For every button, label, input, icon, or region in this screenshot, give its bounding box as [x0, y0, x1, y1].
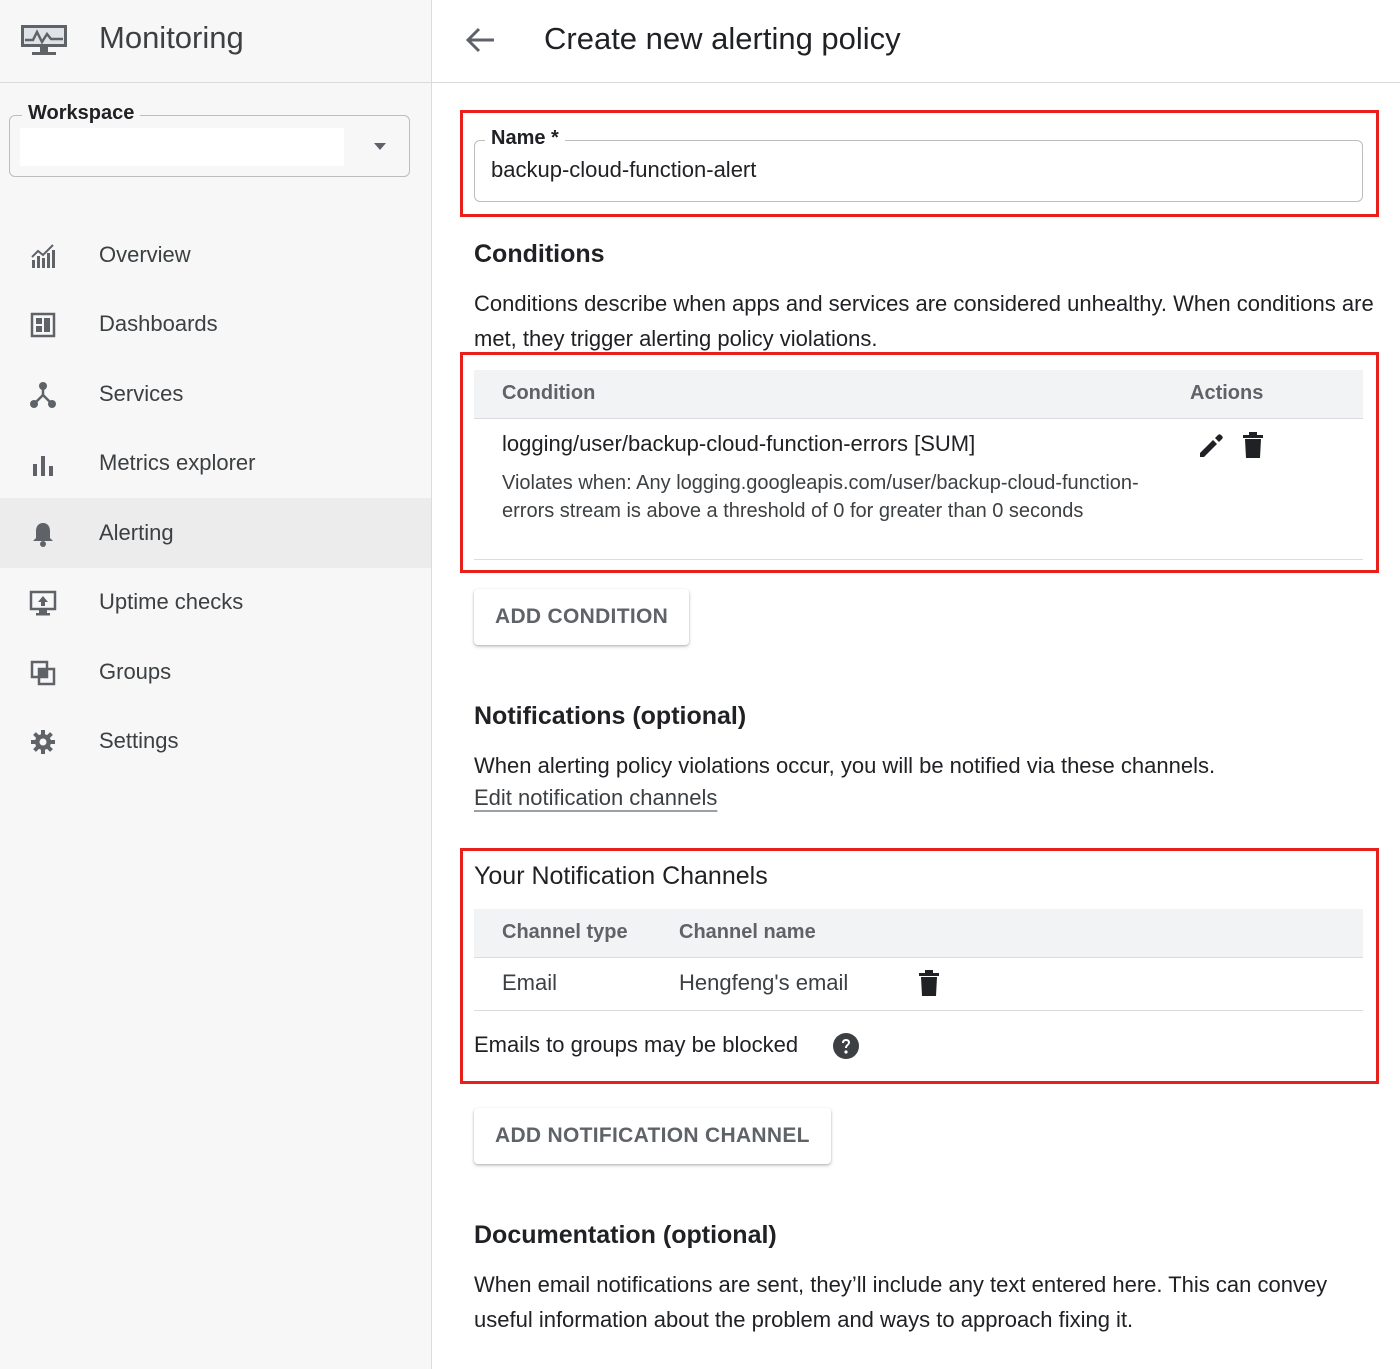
sidebar-item-dashboards[interactable]: Dashboards — [0, 289, 431, 359]
edit-notification-channels-link[interactable]: Edit notification channels — [474, 785, 717, 811]
main-content: Create new alerting policy Name * Condit… — [432, 0, 1400, 1369]
arrow-back-icon[interactable] — [462, 22, 498, 58]
column-header-channel-name: Channel name — [679, 921, 816, 943]
workspace-label: Workspace — [22, 102, 141, 125]
sidebar-item-label: Metrics explorer — [99, 450, 256, 475]
notifications-description: When alerting policy violations occur, y… — [474, 753, 1216, 778]
sidebar-item-label: Services — [99, 381, 184, 406]
name-input[interactable] — [491, 155, 1331, 185]
sidebar-header: Monitoring — [0, 0, 431, 83]
sidebar-item-label: Settings — [99, 728, 179, 753]
sidebar-item-label: Groups — [99, 659, 172, 684]
column-header-actions: Actions — [1190, 382, 1264, 404]
edit-icon[interactable] — [1196, 431, 1226, 461]
column-header-channel-type: Channel type — [502, 921, 628, 943]
monitoring-logo-icon — [21, 25, 67, 55]
sidebar: Monitoring Workspace Overview Dashboards… — [0, 0, 432, 1369]
sidebar-item-overview[interactable]: Overview — [0, 220, 431, 290]
page-title: Create new alerting policy — [544, 21, 901, 56]
table-header: Channel type Channel name — [474, 909, 1363, 958]
conditions-title: Conditions — [474, 240, 605, 268]
sidebar-item-label: Overview — [99, 242, 191, 267]
condition-description: Violates when: Any logging.googleapis.co… — [502, 472, 1139, 522]
documentation-description: When email notifications are sent, they’… — [474, 1272, 1328, 1332]
bell-icon — [33, 523, 53, 547]
uptime-checks-icon — [29, 590, 57, 616]
sidebar-item-services[interactable]: Services — [0, 359, 431, 429]
conditions-description: Conditions describe when apps and servic… — [474, 291, 1374, 351]
condition-name: logging/user/backup-cloud-function-error… — [502, 431, 976, 456]
sidebar-item-uptime-checks[interactable]: Uptime checks — [0, 567, 431, 637]
channels-title: Your Notification Channels — [474, 862, 768, 890]
sidebar-item-settings[interactable]: Settings — [0, 706, 431, 776]
name-field[interactable]: Name * — [474, 127, 1363, 202]
overview-icon — [31, 244, 55, 268]
emails-blocked-note: Emails to groups may be blocked — [474, 1032, 799, 1057]
sidebar-item-label: Alerting — [99, 520, 174, 545]
dashboards-icon — [30, 312, 56, 338]
notifications-title: Notifications (optional) — [474, 702, 747, 730]
delete-icon[interactable] — [914, 968, 944, 998]
workspace-input[interactable] — [20, 128, 344, 166]
add-notification-channel-button[interactable]: ADD NOTIFICATION CHANNEL — [474, 1108, 831, 1164]
documentation-title: Documentation (optional) — [474, 1221, 777, 1249]
delete-icon[interactable] — [1238, 430, 1268, 460]
column-header-condition: Condition — [502, 382, 596, 404]
table-header: Condition Actions — [474, 370, 1363, 419]
sidebar-item-groups[interactable]: Groups — [0, 637, 431, 707]
workspace-select[interactable]: Workspace — [9, 102, 410, 177]
sidebar-item-alerting[interactable]: Alerting — [0, 498, 431, 568]
help-icon[interactable] — [832, 1032, 860, 1060]
name-label: Name * — [485, 127, 565, 150]
table-row: logging/user/backup-cloud-function-error… — [474, 419, 1363, 560]
metrics-explorer-icon — [33, 456, 53, 476]
chevron-down-icon[interactable] — [374, 143, 386, 150]
sidebar-item-label: Dashboards — [99, 311, 218, 336]
sidebar-item-metrics-explorer[interactable]: Metrics explorer — [0, 428, 431, 498]
groups-icon — [30, 660, 56, 686]
channel-name: Hengfeng's email — [679, 970, 849, 995]
app-title: Monitoring — [99, 20, 244, 55]
add-condition-button[interactable]: ADD CONDITION — [474, 589, 690, 645]
channel-type: Email — [502, 970, 558, 995]
table-row: Email Hengfeng's email — [474, 958, 1363, 1011]
services-icon — [30, 382, 56, 408]
page-header: Create new alerting policy — [432, 0, 1400, 83]
gear-icon — [31, 730, 55, 754]
sidebar-item-label: Uptime checks — [99, 589, 244, 614]
